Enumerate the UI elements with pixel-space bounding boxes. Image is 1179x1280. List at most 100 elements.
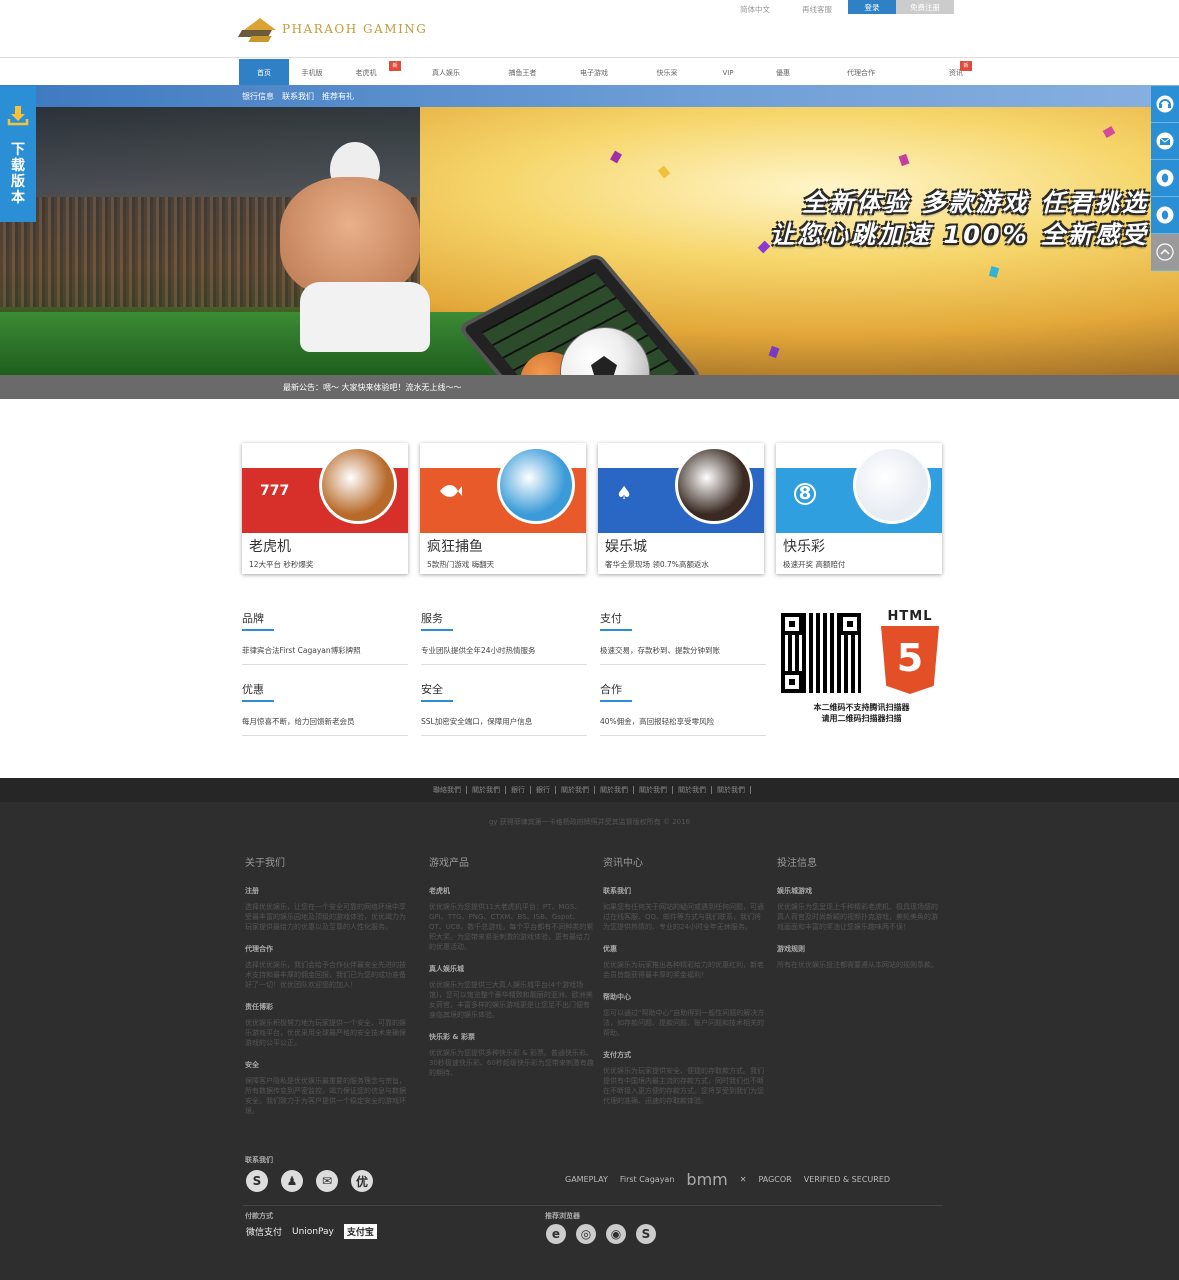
skype-icon[interactable]: S xyxy=(246,1170,268,1192)
game-cards: 777 老虎机 12大平台 秒秒爆奖 疯狂捕鱼 5款热门游戏 嗨翻天 ♠ 娱乐城 奢华全景现场… xyxy=(242,443,942,574)
banner-slogan-line2: 让您心跳加速 100% 全新感受 xyxy=(770,221,1149,249)
mail-icon[interactable]: ✉ xyxy=(316,1170,338,1192)
player-body-image xyxy=(280,177,420,297)
nav-item-7[interactable]: VIP xyxy=(696,59,760,85)
announcement-text[interactable]: 最新公告：喂～ 大家快来体验吧！流水无上线～～ xyxy=(283,382,462,393)
game-card-image: 8 xyxy=(776,443,942,533)
youyou-icon[interactable]: 优 xyxy=(351,1170,373,1192)
subnav-bank-info[interactable]: 银行信息 xyxy=(242,91,274,102)
language-link[interactable]: 简体中文 xyxy=(724,0,786,19)
footer-section-title[interactable]: 联系我们 xyxy=(603,886,768,896)
footer-column-title: 资讯中心 xyxy=(603,858,643,869)
back-to-top-icon xyxy=(1156,243,1174,261)
copyright-text: gy 获得菲律宾第一卡格杨政府牌照并受其监督版权所有 © 2016 xyxy=(488,818,691,826)
partner-logo: VERIFIED & SECURED xyxy=(803,1175,891,1184)
poker-card-icon: ♠ xyxy=(616,483,633,504)
chrome-icon[interactable]: ◎ xyxy=(576,1224,596,1244)
browser-icons: e ◎ ◉ S xyxy=(546,1224,656,1244)
hero-banner[interactable]: 全新体验 多款游戏 任君挑选 让您心跳加速 100% 全新感受 xyxy=(0,107,1179,375)
qr-code-box: HTML 5 本二维码不支持腾讯扫描器 请用二维码扫描器扫描 xyxy=(779,609,944,727)
feature-desc: 40%佣金，高回报轻松享受零风险 xyxy=(600,716,766,736)
footer-link[interactable]: 關於我們 xyxy=(673,786,712,794)
qr-caption-line1: 本二维码不支持腾讯扫描器 xyxy=(813,703,910,712)
back-to-top-button[interactable] xyxy=(1151,234,1179,271)
footer-link[interactable]: 銀行 xyxy=(531,786,556,794)
nav-item-6[interactable]: 快乐采 xyxy=(638,59,696,85)
game-card-image: ♠ xyxy=(598,443,764,533)
footer-link[interactable]: 銀行 xyxy=(506,786,531,794)
nav-item-0[interactable]: 首页 xyxy=(239,59,289,85)
top-links: 简体中文 再线客服 登录 免费注册 xyxy=(724,0,954,19)
footer-link[interactable]: 關於我們 xyxy=(634,786,673,794)
nav-item-9[interactable]: 代理合作 xyxy=(806,59,916,85)
partner-logo: First Cagayan xyxy=(619,1175,675,1184)
customer-service-button[interactable] xyxy=(1151,86,1179,123)
footer-link[interactable]: 關於我們 xyxy=(467,786,506,794)
footer-link[interactable]: 聯絡我們 xyxy=(428,786,467,794)
partner-logo: bmm xyxy=(686,1170,728,1189)
email-button[interactable] xyxy=(1151,123,1179,160)
subnav-contact-us[interactable]: 联系我们 xyxy=(282,91,314,102)
download-app-button[interactable]: 下载版本 xyxy=(0,86,36,222)
footer-section-title[interactable]: 真人娱乐城 xyxy=(429,964,594,974)
footer-section-title[interactable]: 代理合作 xyxy=(245,944,410,954)
firefox-icon[interactable]: ◉ xyxy=(606,1224,626,1244)
qq-group-button[interactable] xyxy=(1151,197,1179,234)
footer-section-title[interactable]: 责任博彩 xyxy=(245,1002,410,1012)
footer-links: 聯絡我們 關於我們 銀行 銀行 關於我們 關於我們 關於我們 關於我們 關於我們 xyxy=(0,778,1179,802)
footer-section-title[interactable]: 老虎机 xyxy=(429,886,594,896)
nav-item-10[interactable]: 资讯新 xyxy=(944,59,972,85)
contact-title: 联系我们 xyxy=(245,1156,273,1164)
game-card[interactable]: 8 快乐彩 极速开奖 高额赔付 xyxy=(776,443,942,574)
nav-item-4[interactable]: 捕鱼王者 xyxy=(495,59,550,85)
new-badge: 新 xyxy=(960,61,972,71)
payment-title: 付款方式 xyxy=(245,1212,273,1220)
safari-icon[interactable]: S xyxy=(636,1224,656,1244)
game-card[interactable]: 疯狂捕鱼 5款热门游戏 嗨翻天 xyxy=(420,443,586,574)
subnav-referral[interactable]: 推荐有礼 xyxy=(322,91,354,102)
footer-link[interactable]: 關於我們 xyxy=(712,786,751,794)
ie-icon[interactable]: e xyxy=(546,1224,566,1244)
feature-underline xyxy=(421,629,453,631)
html5-number: 5 xyxy=(881,626,939,694)
fish-icon xyxy=(438,483,462,504)
nav-item-2[interactable]: 老虎机新 xyxy=(335,59,401,85)
qq-button[interactable] xyxy=(1151,160,1179,197)
footer-column-title: 投注信息 xyxy=(777,858,817,869)
feature-underline xyxy=(242,629,274,631)
footer-section-title[interactable]: 游戏规则 xyxy=(777,944,942,954)
nav-item-5[interactable]: 电子游戏 xyxy=(550,59,638,85)
footer-section-title[interactable]: 安全 xyxy=(245,1060,410,1070)
slot-777-icon: 777 xyxy=(260,483,290,499)
footer-section-title[interactable]: 娱乐城游戏 xyxy=(777,886,942,896)
feature-desc: 菲律宾合法First Cagayan博彩牌照 xyxy=(242,645,408,665)
footer-link[interactable]: 關於我們 xyxy=(595,786,634,794)
footer-section-title[interactable]: 帮助中心 xyxy=(603,992,768,1002)
download-text: 下载版本 xyxy=(11,142,25,206)
feature-desc: SSL加密安全端口，保障用户信息 xyxy=(421,716,587,736)
feature-item: 服务 专业团队提供全年24小时热情服务 xyxy=(421,610,587,665)
footer-section-title[interactable]: 支付方式 xyxy=(603,1050,768,1060)
feature-underline xyxy=(421,700,453,702)
feature-title: 服务 xyxy=(421,612,443,625)
logo[interactable]: PHARAOH GAMING xyxy=(237,14,427,44)
feature-item: 品牌菲律宾合法First Cagayan博彩牌照 xyxy=(242,610,408,665)
nav-item-3[interactable]: 真人娱乐 xyxy=(397,59,495,85)
register-button[interactable]: 免费注册 xyxy=(896,0,954,14)
qq-icon xyxy=(1156,169,1174,187)
footer-section-title[interactable]: 优惠 xyxy=(603,944,768,954)
game-card[interactable]: 777 老虎机 12大平台 秒秒爆奖 xyxy=(242,443,408,574)
online-service-link[interactable]: 再线客服 xyxy=(786,0,848,19)
footer-section-title[interactable]: 快乐彩 & 彩票 xyxy=(429,1032,594,1042)
game-card[interactable]: ♠ 娱乐城 奢华全景现场 领0.7%高额返水 xyxy=(598,443,764,574)
qq-icon[interactable]: ♟ xyxy=(281,1170,303,1192)
footer-link[interactable]: 關於我們 xyxy=(556,786,595,794)
login-button[interactable]: 登录 xyxy=(848,0,896,14)
feature-title: 品牌 xyxy=(242,612,264,625)
confetti-shape xyxy=(898,153,910,167)
nav-item-1[interactable]: 手机版 xyxy=(289,59,335,85)
footer-section-title[interactable]: 注册 xyxy=(245,886,410,896)
footer-section-text: 选择优优娱乐，让您在一个安全可靠的网络环境中享受最丰富的娱乐园地及顶级的游戏体验… xyxy=(245,903,406,931)
nav-item-8[interactable]: 優惠 xyxy=(760,59,806,85)
nav-item-label: 代理合作 xyxy=(847,69,875,77)
